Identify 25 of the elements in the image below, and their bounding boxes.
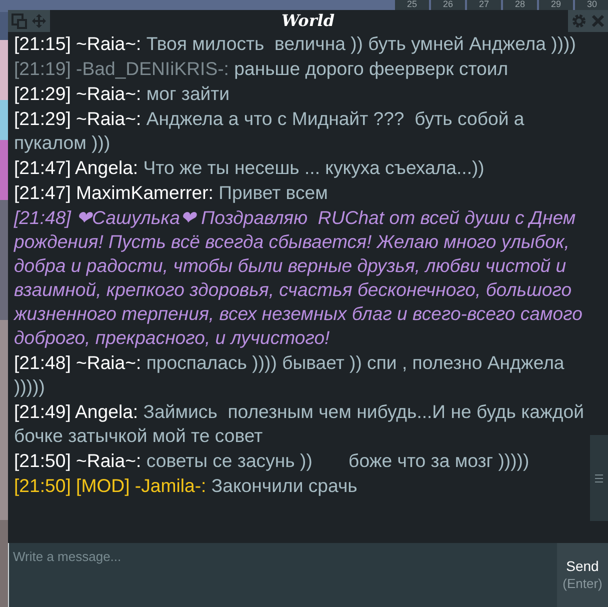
chat-message: [21:15] ~Raia~: Твоя милость велична )) буть умней Анджела )))) (14, 32, 577, 56)
send-button[interactable]: Send (Enter) (557, 543, 608, 607)
chat-message: [21:19] -Bad_DENIiKRIS-: раньше дорого феерверк стоил (14, 57, 510, 81)
chat-message: [21:47] Angela: Что же ты несешь ... кукуха съехала...)) (14, 156, 486, 180)
background-tile: 25 (395, 0, 429, 10)
chat-message: [21:50] [MOD] -Jamila-: Закончили срачь (14, 474, 358, 498)
background-tile: 29 (539, 0, 573, 10)
move-icon[interactable] (31, 13, 47, 29)
chat-message: [21:29] ~Raia~: Анджела а что с Миднайт ??? буть собой а пукалом ))) (14, 107, 526, 155)
scrollbar-handle[interactable] (590, 435, 608, 521)
chat-message: [21:48] ❤Сашулька❤ Поздравляю RUChat от всей души с Днем рождения! Пусть всё всегда сбывается! Желаю много улыбок, добра и радости, чтобы были верные друзья, любви чистой и взаимной, крепкого здоровья, счастья бесконечного, большого жизненного терпения, всех неземных благ и всего-всего самого доброго, прекрасного, и лучистого! (14, 206, 584, 350)
chat-message: [21:48] ~Raia~: проспалась )))) бывает )) спи , полезно Анджела ))))) (14, 351, 566, 399)
window-mode-icon[interactable] (11, 13, 27, 29)
background-tile: 28 (503, 0, 537, 10)
background-tile: 27 (467, 0, 501, 10)
message-field[interactable]: Write a message... (8, 543, 557, 607)
background-tile: 26 (431, 0, 465, 10)
background-tile: 30 (575, 0, 608, 10)
chat-message: [21:29] ~Raia~: мог зайти (14, 82, 231, 106)
settings-icon[interactable] (571, 13, 587, 29)
chat-message: [21:50] ~Raia~: советы се засунь )) боже что за мозг ))))) (14, 449, 530, 473)
grip-icon (595, 474, 603, 482)
chat-message: [21:47] MaximKamerrer: Привет всем (14, 181, 329, 205)
close-icon[interactable] (591, 14, 605, 28)
window-title: World (281, 10, 335, 32)
